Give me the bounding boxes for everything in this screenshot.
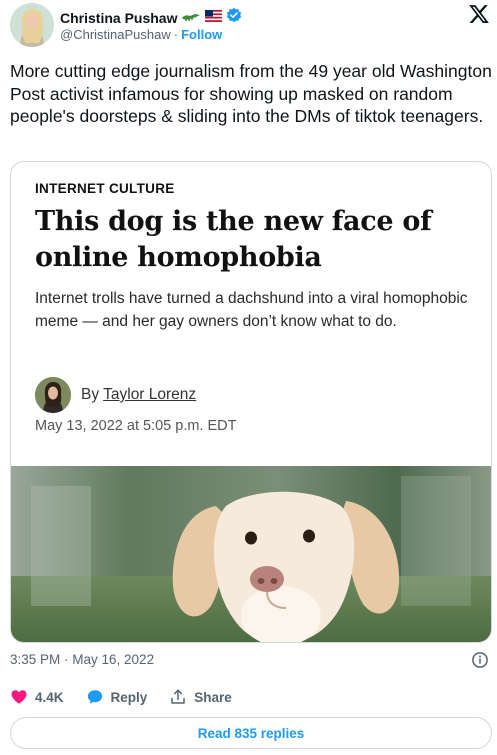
article-card[interactable]: INTERNET CULTURE This dog is the new fac… — [10, 161, 492, 643]
article-headline: This dog is the new face of online homop… — [35, 206, 432, 273]
follow-button[interactable]: Follow — [181, 27, 222, 42]
article-hero-image — [11, 466, 491, 642]
tweet-header: Christina Pushaw @ChristinaPushaw · Foll… — [10, 3, 490, 49]
article-date: May 13, 2022 at 5:05 p.m. EDT — [35, 418, 237, 434]
read-replies-button[interactable]: Read 835 replies — [10, 717, 492, 749]
us-flag-icon — [205, 9, 223, 27]
like-button[interactable]: 4.4K — [10, 688, 64, 706]
byline-text: By Taylor Lorenz — [81, 386, 196, 404]
tweet-timestamp[interactable]: 3:35 PM · May 16, 2022 — [10, 652, 154, 667]
verified-badge-icon — [226, 7, 242, 28]
article-kicker: INTERNET CULTURE — [35, 181, 175, 196]
article-byline: By Taylor Lorenz — [35, 377, 196, 413]
author-avatar[interactable] — [10, 3, 54, 47]
reply-button[interactable]: Reply — [86, 688, 148, 706]
alligator-icon — [181, 9, 201, 27]
reply-label: Reply — [110, 689, 148, 705]
heart-icon — [10, 688, 28, 706]
share-label: Share — [194, 689, 232, 705]
author-name-line: Christina Pushaw — [60, 7, 242, 28]
byline-prefix: By — [81, 386, 100, 403]
handle-line: @ChristinaPushaw · Follow — [60, 27, 222, 42]
x-logo-icon[interactable] — [468, 3, 490, 25]
share-icon — [169, 688, 187, 706]
author-handle[interactable]: @ChristinaPushaw — [60, 27, 171, 42]
share-button[interactable]: Share — [169, 688, 232, 706]
tweet-text: More cutting edge journalism from the 49… — [10, 61, 492, 126]
tweet-actions: 4.4K Reply Share — [10, 688, 254, 706]
byline-author-link[interactable]: Taylor Lorenz — [103, 386, 196, 403]
byline-avatar — [35, 377, 71, 413]
like-count: 4.4K — [35, 689, 64, 705]
info-icon[interactable] — [471, 651, 489, 669]
author-name[interactable]: Christina Pushaw — [60, 10, 177, 26]
reply-bubble-icon — [86, 688, 104, 706]
separator-dot: · — [173, 27, 179, 42]
article-dek: Internet trolls have turned a dachshund … — [35, 290, 468, 330]
